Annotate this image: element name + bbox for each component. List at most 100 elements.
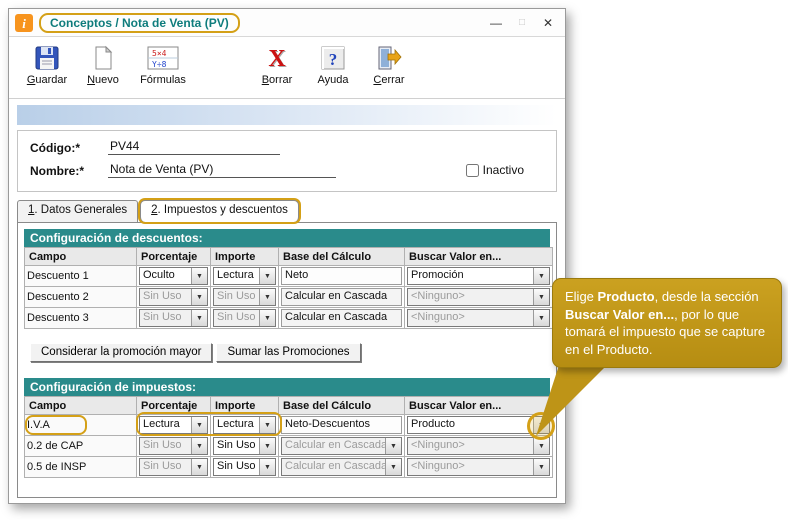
chevron-down-icon: ▼ — [191, 417, 207, 433]
delete-icon: XX — [263, 43, 291, 73]
toolbar-button-formulas[interactable]: 5×4Y÷8 Fórmulas — [131, 41, 195, 86]
chevron-down-icon: ▼ — [191, 268, 207, 284]
descuento-1-importe-select[interactable]: Lectura▼ — [213, 267, 276, 285]
insp-buscar-valor-select: <Ninguno>▼ — [407, 458, 550, 476]
toolbar-button-guardar[interactable]: Guardar — [19, 41, 75, 86]
codigo-input[interactable]: PV44 — [108, 139, 280, 155]
inactivo-field: Inactivo — [466, 163, 524, 177]
descuento-1-base-calculo: Neto — [281, 267, 402, 285]
table-row: 0.2 de CAP Sin Uso▼ Sin Uso▼ Calcular en… — [25, 436, 553, 457]
column-header-buscar: Buscar Valor en... — [405, 248, 553, 266]
minimize-button[interactable]: — — [483, 13, 509, 33]
cap-porcentaje-select: Sin Uso▼ — [139, 437, 208, 455]
toolbar-button-cerrar[interactable]: Cerrar — [361, 41, 417, 86]
impuestos-section-header: Configuración de impuestos: — [24, 378, 550, 396]
toolbar: Guardar Nuevo 5×4Y÷8 Fórmulas XX Borrar … — [9, 37, 565, 99]
formulas-icon: 5×4Y÷8 — [146, 43, 180, 73]
toolbar-button-borrar[interactable]: XX Borrar — [249, 41, 305, 86]
toolbar-button-ayuda[interactable]: ? Ayuda — [305, 41, 361, 86]
table-row: Descuento 1 Oculto▼ Lectura▼ Neto Promoc… — [25, 266, 553, 287]
column-header-importe: Importe — [211, 248, 279, 266]
table-row: Descuento 3 Sin Uso▼ Sin Uso▼ Calcular e… — [25, 308, 553, 329]
considerar-promocion-button[interactable]: Considerar la promoción mayor — [30, 343, 212, 362]
chevron-down-icon: ▼ — [533, 268, 549, 284]
chevron-down-icon: ▼ — [259, 417, 275, 433]
chevron-down-icon: ▼ — [533, 310, 549, 326]
column-header-porcentaje: Porcentaje — [137, 397, 211, 415]
column-header-campo: Campo — [25, 397, 137, 415]
iva-importe-select[interactable]: Lectura▼ — [213, 416, 276, 434]
descuento-2-buscar-valor-select: <Ninguno>▼ — [407, 288, 550, 306]
save-icon — [33, 43, 61, 73]
codigo-label: Código:* — [30, 141, 108, 155]
descuento-1-buscar-valor-select[interactable]: Promoción▼ — [407, 267, 550, 285]
column-header-importe: Importe — [211, 397, 279, 415]
descuento-3-base-calculo: Calcular en Cascada — [281, 309, 402, 327]
promotion-buttons: Considerar la promoción mayor Sumar las … — [24, 343, 550, 362]
tab-strip: 1. Datos Generales 2. Impuestos y descue… — [17, 200, 565, 222]
callout-bubble: Elige Producto, desde la sección Buscar … — [552, 278, 782, 368]
descuento-3-label: Descuento 3 — [25, 308, 137, 329]
chevron-down-icon: ▼ — [191, 289, 207, 305]
app-logo-icon: i — [15, 14, 33, 32]
concept-form: Código:* PV44 Nombre:* Nota de Venta (PV… — [17, 130, 557, 192]
descuento-1-porcentaje-select[interactable]: Oculto▼ — [139, 267, 208, 285]
tab-impuestos-descuentos[interactable]: 2. Impuestos y descuentos — [140, 200, 299, 222]
chevron-down-icon: ▼ — [259, 459, 275, 475]
svg-text:X: X — [268, 46, 286, 72]
chevron-down-icon: ▼ — [259, 268, 275, 284]
maximize-button[interactable]: □ — [509, 13, 535, 33]
insp-porcentaje-select: Sin Uso▼ — [139, 458, 208, 476]
iva-base-calculo: Neto-Descuentos — [281, 416, 402, 434]
nombre-label: Nombre:* — [30, 164, 108, 178]
column-header-porcentaje: Porcentaje — [137, 248, 211, 266]
cap-importe-select[interactable]: Sin Uso▼ — [213, 437, 276, 455]
column-header-base: Base del Cálculo — [279, 248, 405, 266]
chevron-down-icon: ▼ — [533, 438, 549, 454]
chevron-down-icon: ▼ — [191, 459, 207, 475]
svg-text:i: i — [22, 16, 26, 31]
chevron-down-icon: ▼ — [259, 310, 275, 326]
descuento-2-importe-select: Sin Uso▼ — [213, 288, 276, 306]
descuento-2-porcentaje-select: Sin Uso▼ — [139, 288, 208, 306]
table-row: 0.5 de INSP Sin Uso▼ Sin Uso▼ Calcular e… — [25, 457, 553, 478]
inactivo-checkbox[interactable] — [466, 164, 479, 177]
tab-datos-generales[interactable]: 1. Datos Generales — [17, 200, 138, 222]
svg-text:Y÷8: Y÷8 — [152, 60, 167, 69]
chevron-down-icon: ▼ — [259, 438, 275, 454]
descuento-3-porcentaje-select: Sin Uso▼ — [139, 309, 208, 327]
svg-text:5×4: 5×4 — [152, 49, 167, 58]
section-header-strip — [17, 105, 557, 125]
impuestos-table: Campo Porcentaje Importe Base del Cálcul… — [24, 396, 553, 478]
toolbar-button-nuevo[interactable]: Nuevo — [75, 41, 131, 86]
column-header-campo: Campo — [25, 248, 137, 266]
descuento-3-importe-select: Sin Uso▼ — [213, 309, 276, 327]
insp-importe-select[interactable]: Sin Uso▼ — [213, 458, 276, 476]
descuentos-header-row: Campo Porcentaje Importe Base del Cálcul… — [25, 248, 553, 266]
descuento-1-label: Descuento 1 — [25, 266, 137, 287]
cap-label: 0.2 de CAP — [25, 436, 137, 457]
title-bar: i Conceptos / Nota de Venta (PV) — □ ✕ — [9, 9, 565, 37]
descuento-2-label: Descuento 2 — [25, 287, 137, 308]
close-button[interactable]: ✕ — [535, 13, 561, 33]
new-document-icon — [89, 43, 117, 73]
window-title: Conceptos / Nota de Venta (PV) — [39, 13, 240, 33]
chevron-down-icon: ▼ — [191, 438, 207, 454]
conceptos-window: i Conceptos / Nota de Venta (PV) — □ ✕ G… — [8, 8, 566, 504]
exit-icon — [375, 43, 403, 73]
svg-text:?: ? — [329, 50, 338, 69]
sumar-promociones-button[interactable]: Sumar las Promociones — [216, 343, 360, 362]
iva-porcentaje-select[interactable]: Lectura▼ — [139, 416, 208, 434]
iva-label-cell: I.V.A — [25, 415, 137, 436]
descuento-2-base-calculo: Calcular en Cascada — [281, 288, 402, 306]
insp-label: 0.5 de INSP — [25, 457, 137, 478]
column-header-base: Base del Cálculo — [279, 397, 405, 415]
tab-panel: Configuración de descuentos: Campo Porce… — [17, 222, 557, 498]
nombre-input[interactable]: Nota de Venta (PV) — [108, 162, 336, 178]
descuentos-section-header: Configuración de descuentos: — [24, 229, 550, 247]
table-row: I.V.A Lectura▼ Lectura▼ Neto-Descuentos … — [25, 415, 553, 436]
inactivo-label: Inactivo — [483, 163, 524, 177]
impuestos-header-row: Campo Porcentaje Importe Base del Cálcul… — [25, 397, 553, 415]
callout-text: Elige Producto, desde la sección Buscar … — [565, 289, 765, 357]
chevron-down-icon: ▼ — [191, 310, 207, 326]
